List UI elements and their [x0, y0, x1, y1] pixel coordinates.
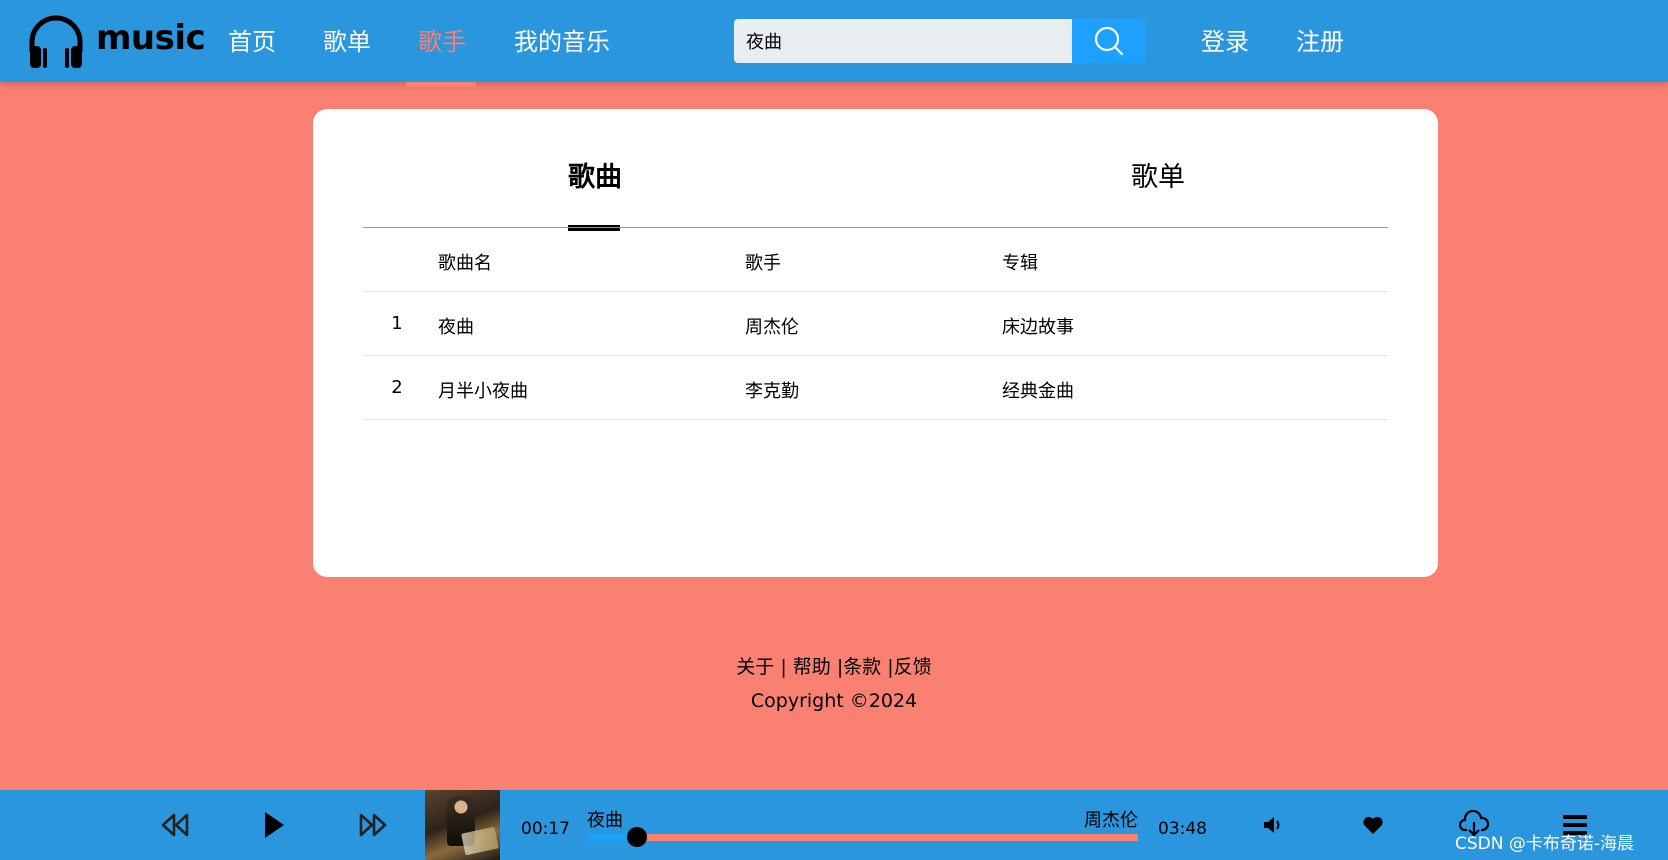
- row-index: 2: [391, 377, 403, 398]
- progress-knob[interactable]: [626, 827, 647, 847]
- song-artist[interactable]: 周杰伦: [745, 313, 799, 339]
- search-results-card: 歌曲 歌单 歌曲名 歌手 专辑 1 夜曲 周杰伦 床边故事 2 月半小夜曲 李克…: [313, 109, 1438, 577]
- total-time: 03:48: [1158, 819, 1207, 839]
- current-time: 00:17: [521, 819, 570, 839]
- song-album[interactable]: 经典金曲: [1002, 377, 1074, 403]
- footer-link-terms[interactable]: 条款: [843, 656, 881, 678]
- nav-playlists[interactable]: 歌单: [323, 22, 371, 57]
- song-name[interactable]: 夜曲: [438, 313, 474, 339]
- row-index: 1: [391, 313, 403, 334]
- footer-separator: |: [774, 656, 793, 678]
- nav-home[interactable]: 首页: [228, 22, 276, 57]
- fast-forward-icon[interactable]: [358, 812, 388, 838]
- heart-icon[interactable]: [1362, 815, 1384, 835]
- column-header-album: 专辑: [1002, 253, 1038, 274]
- headphones-icon: [29, 15, 83, 68]
- nav-active-indicator: [406, 82, 476, 87]
- tab-songs[interactable]: 歌曲: [568, 155, 622, 194]
- footer-link-feedback[interactable]: 反馈: [894, 656, 932, 678]
- table-row[interactable]: 1 夜曲 周杰伦 床边故事: [363, 292, 1388, 356]
- now-playing-artist: 周杰伦: [1084, 810, 1138, 831]
- search-input[interactable]: [734, 19, 1072, 63]
- volume-icon[interactable]: [1262, 815, 1284, 835]
- rewind-icon[interactable]: [160, 812, 190, 838]
- logo-text: music: [96, 18, 206, 58]
- song-artist[interactable]: 李克勤: [745, 377, 799, 403]
- footer-separator: |: [881, 656, 894, 678]
- logo[interactable]: music: [26, 12, 206, 72]
- top-navbar: music 首页 歌单 歌手 我的音乐 登录 注册: [0, 0, 1668, 87]
- progress-bar[interactable]: [587, 827, 1138, 847]
- search-button[interactable]: [1072, 19, 1146, 63]
- register-link[interactable]: 注册: [1296, 22, 1344, 57]
- footer-link-about[interactable]: 关于: [736, 656, 774, 678]
- table-row[interactable]: 2 月半小夜曲 李克勤 经典金曲: [363, 356, 1388, 420]
- watermark: CSDN @卡布奇诺-海晨: [1455, 834, 1635, 854]
- nav-my-music[interactable]: 我的音乐: [514, 22, 610, 57]
- play-icon[interactable]: [262, 810, 286, 840]
- copyright: Copyright ©2024: [750, 690, 918, 712]
- column-header-song-name: 歌曲名: [438, 253, 492, 274]
- player-bar: 00:17 夜曲 周杰伦 03:48: [0, 790, 1668, 860]
- nav-singers[interactable]: 歌手: [418, 22, 466, 57]
- songs-table: 歌曲名 歌手 专辑 1 夜曲 周杰伦 床边故事 2 月半小夜曲 李克勤 经典金曲: [363, 228, 1388, 420]
- tab-playlists[interactable]: 歌单: [1131, 155, 1185, 194]
- album-cover[interactable]: [425, 790, 500, 860]
- login-link[interactable]: 登录: [1201, 22, 1249, 57]
- column-header-artist: 歌手: [745, 253, 781, 274]
- footer-link-help[interactable]: 帮助: [793, 656, 831, 678]
- footer-separator: |: [830, 656, 844, 678]
- footer-links: 关于 | 帮助 |条款 |反馈: [0, 652, 1668, 679]
- song-album[interactable]: 床边故事: [1002, 313, 1074, 339]
- song-name[interactable]: 月半小夜曲: [438, 377, 528, 403]
- result-tabs: 歌曲 歌单: [363, 139, 1388, 239]
- now-playing-song: 夜曲: [587, 810, 623, 831]
- table-header-row: 歌曲名 歌手 专辑: [363, 228, 1388, 292]
- search-icon: [1094, 26, 1124, 56]
